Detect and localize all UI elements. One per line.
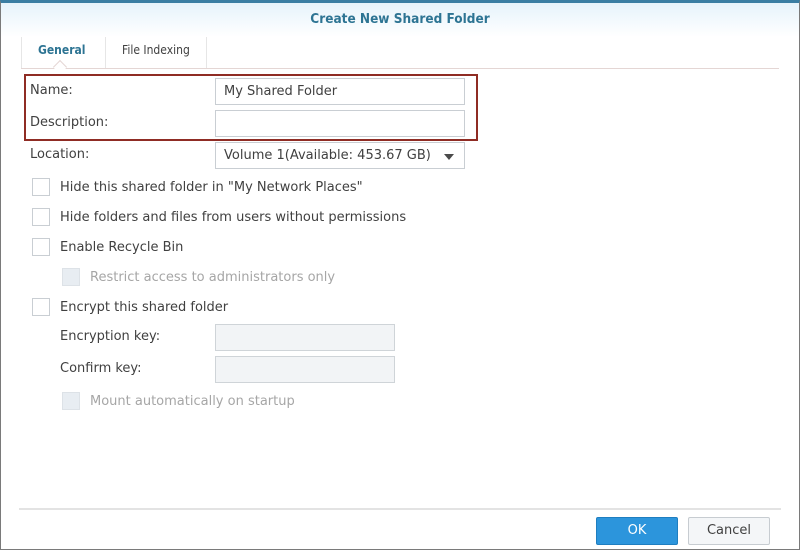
mount-automatically-checkbox: [62, 392, 80, 410]
location-select[interactable]: Volume 1(Available: 453.67 GB): [215, 142, 465, 169]
restrict-admin-checkbox: [62, 268, 80, 286]
name-label: Name:: [30, 83, 73, 98]
restrict-admin-label: Restrict access to administrators only: [90, 269, 336, 285]
mount-automatically-label: Mount automatically on startup: [90, 393, 295, 409]
name-input[interactable]: My Shared Folder: [215, 78, 465, 105]
restrict-admin-option: Restrict access to administrators only: [62, 267, 335, 287]
location-select-value: Volume 1(Available: 453.67 GB): [224, 148, 431, 163]
description-label: Description:: [30, 115, 109, 130]
footer-divider: [19, 508, 781, 510]
enable-recycle-bin-checkbox[interactable]: [32, 238, 50, 256]
dialog-title: Create New Shared Folder: [310, 11, 490, 27]
hide-network-places-checkbox[interactable]: [32, 178, 50, 196]
create-shared-folder-dialog: Create New Shared Folder General File In…: [0, 0, 800, 550]
encryption-key-label: Encryption key:: [60, 329, 161, 344]
hide-network-places-label: Hide this shared folder in "My Network P…: [60, 179, 363, 195]
encrypt-folder-label: Encrypt this shared folder: [60, 299, 229, 315]
enable-recycle-bin-option[interactable]: Enable Recycle Bin: [32, 237, 183, 257]
hide-network-places-option[interactable]: Hide this shared folder in "My Network P…: [32, 177, 363, 197]
hide-without-permissions-label: Hide folders and files from users withou…: [60, 209, 407, 225]
encryption-key-input: [215, 324, 395, 351]
mount-automatically-option: Mount automatically on startup: [62, 391, 295, 411]
dialog-header: Create New Shared Folder: [1, 3, 799, 37]
chevron-down-icon[interactable]: [444, 154, 454, 160]
hide-without-permissions-option[interactable]: Hide folders and files from users withou…: [32, 207, 406, 227]
encrypt-folder-checkbox[interactable]: [32, 298, 50, 316]
encrypt-folder-option[interactable]: Encrypt this shared folder: [32, 297, 228, 317]
confirm-key-label: Confirm key:: [60, 361, 142, 376]
tab-file-indexing[interactable]: File Indexing: [105, 37, 207, 68]
cancel-button[interactable]: Cancel: [688, 517, 770, 545]
location-label: Location:: [30, 147, 90, 162]
confirm-key-input: [215, 356, 395, 383]
ok-button[interactable]: OK: [596, 517, 678, 545]
tab-bar: General File Indexing: [21, 37, 779, 75]
enable-recycle-bin-label: Enable Recycle Bin: [60, 239, 184, 255]
description-input[interactable]: [215, 110, 465, 137]
hide-without-permissions-checkbox[interactable]: [32, 208, 50, 226]
